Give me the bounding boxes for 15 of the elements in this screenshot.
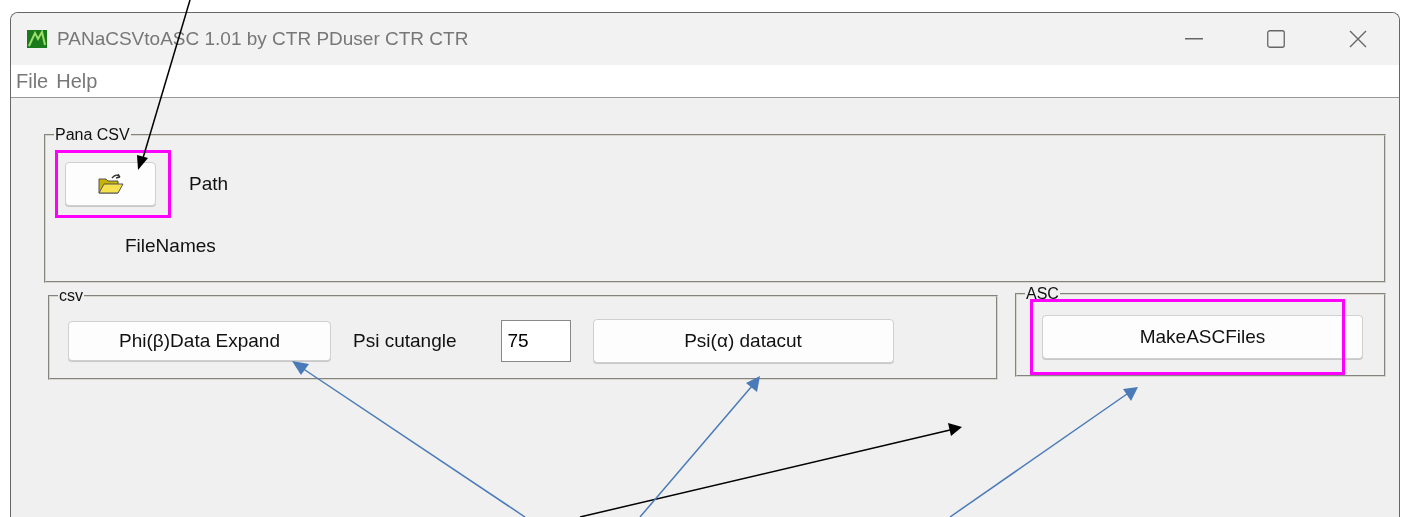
folder-icon xyxy=(97,173,124,195)
expand-button[interactable]: Phi(β)Data Expand xyxy=(68,321,331,361)
datacut-button[interactable]: Psi(α) datacut xyxy=(592,319,894,363)
cutangle-label: Psi cutangle xyxy=(353,330,457,352)
close-icon[interactable] xyxy=(1349,30,1367,48)
open-folder-button[interactable] xyxy=(65,162,156,206)
app-icon xyxy=(27,30,47,48)
path-label: Path xyxy=(189,173,229,195)
cutangle-input[interactable]: 75 xyxy=(500,320,571,362)
filenames-label: FileNames xyxy=(125,235,217,257)
menu-item[interactable]: File xyxy=(16,69,49,93)
make-asc-button[interactable]: MakeASCFiles xyxy=(1042,315,1363,359)
minimize-icon[interactable] xyxy=(1185,38,1203,40)
maximize-icon[interactable] xyxy=(1267,30,1285,48)
menu-item[interactable]: Help xyxy=(56,69,98,93)
